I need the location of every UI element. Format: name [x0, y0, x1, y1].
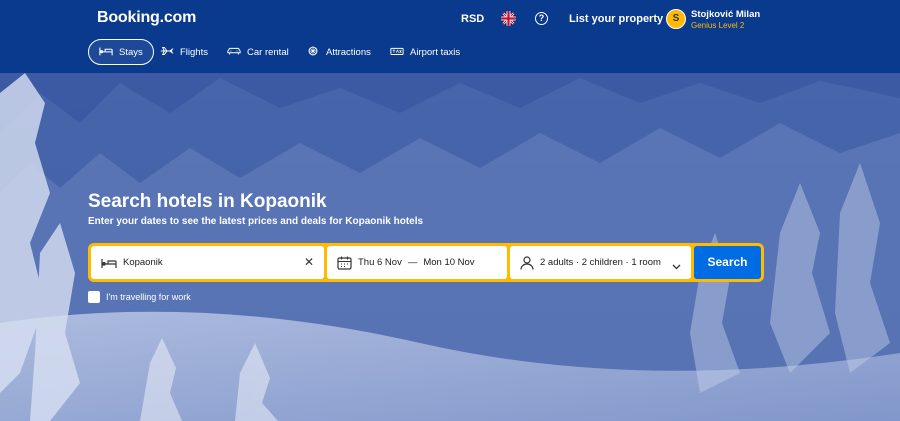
chevron-down-icon[interactable] [672, 257, 681, 275]
genius-level: Genius Level 2 [691, 21, 745, 30]
bed-icon [99, 45, 113, 60]
clear-destination-icon[interactable]: ✕ [304, 256, 314, 268]
tab-stays-label: Stays [119, 46, 143, 58]
currency-selector[interactable]: RSD [461, 13, 484, 25]
tab-flights[interactable]: Flights [150, 39, 218, 65]
occupancy-value[interactable]: 2 adults · 2 children · 1 room [540, 257, 661, 268]
list-your-property-link[interactable]: List your property [569, 13, 663, 25]
dates-field[interactable]: Thu 6 Nov — Mon 10 Nov [327, 246, 507, 279]
work-travel-checkbox[interactable] [88, 291, 100, 303]
bed-icon [101, 257, 117, 269]
tab-flights-label: Flights [180, 46, 208, 58]
date-separator: — [407, 257, 418, 268]
uk-flag-icon[interactable] [501, 11, 516, 26]
top-header: Booking.com RSD ? List your property S S… [0, 0, 900, 73]
avatar[interactable]: S [666, 9, 686, 29]
check-out-value[interactable]: Mon 10 Nov [423, 257, 474, 268]
tab-attractions[interactable]: Attractions [296, 39, 381, 65]
page-subtitle: Enter your dates to see the latest price… [88, 216, 424, 227]
tab-airport-taxis-label: Airport taxis [410, 46, 461, 58]
tab-airport-taxis[interactable]: Airport taxis [380, 39, 470, 65]
tab-car-rental[interactable]: Car rental [217, 39, 299, 65]
tab-attractions-label: Attractions [326, 46, 371, 58]
tab-car-rental-label: Car rental [247, 46, 289, 58]
attractions-icon [306, 45, 320, 60]
search-button[interactable]: Search [694, 246, 761, 279]
taxi-icon [390, 45, 404, 60]
tab-stays[interactable]: Stays [88, 39, 154, 65]
page-title: Search hotels in Kopaonik [88, 191, 327, 212]
search-bar: Kopaonik ✕ Thu 6 Nov — Mon 10 Nov 2 adul… [88, 243, 764, 282]
work-travel-option[interactable]: I'm travelling for work [88, 291, 191, 303]
user-name[interactable]: Stojković Milan [691, 9, 760, 20]
work-travel-label: I'm travelling for work [106, 292, 191, 302]
occupancy-field[interactable]: 2 adults · 2 children · 1 room [510, 246, 691, 279]
person-icon [520, 255, 534, 270]
help-icon[interactable]: ? [535, 12, 548, 25]
calendar-icon [337, 256, 352, 270]
booking-logo[interactable]: Booking.com [97, 9, 196, 27]
car-icon [227, 45, 241, 60]
check-in-value[interactable]: Thu 6 Nov [358, 257, 402, 268]
destination-field[interactable]: Kopaonik ✕ [91, 246, 324, 279]
destination-value[interactable]: Kopaonik [123, 257, 163, 268]
plane-icon [160, 45, 174, 60]
